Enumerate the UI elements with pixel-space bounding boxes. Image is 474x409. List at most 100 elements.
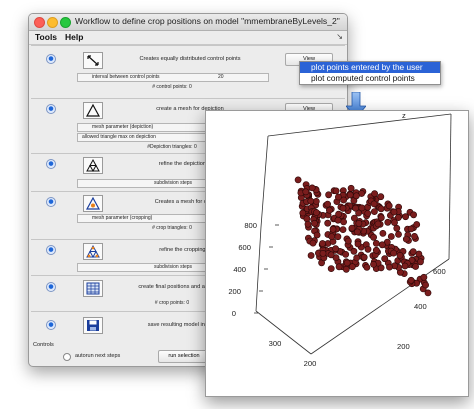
plot-point [354,240,362,248]
plot-point [319,249,327,257]
control-point-interval-field[interactable]: interval between control points 20 [77,73,269,82]
plot-point [313,209,320,216]
menu-help[interactable]: Help [65,32,83,42]
plot-point [347,184,355,192]
plot-point [346,191,354,199]
plot-point [407,225,415,233]
step-select-radio[interactable] [46,104,56,114]
window-title: Workflow to define crop positions on mod… [75,16,340,26]
x-tick-label: 200 [304,359,317,368]
plot-user-points-option[interactable]: plot points entered by the user [300,62,440,73]
autorun-radio[interactable] [63,353,71,361]
plot-point [313,231,321,239]
plot-point [335,210,342,218]
plot-point [344,237,352,245]
plot-point [299,209,307,217]
plot-point [370,200,378,208]
plot-point [370,208,378,215]
title-bar: Workflow to define crop positions on mod… [29,14,347,31]
field-label: subdivision steps [153,264,193,270]
control-points-step-icon[interactable] [83,52,103,69]
plot-point [395,231,402,238]
field-value: 20 [218,74,224,80]
plot-point [412,263,419,270]
z-tick-label: 0 [232,309,236,318]
step-description: Creates equally distributed control poin… [139,56,241,62]
plot-point [334,193,342,201]
plot-point [324,200,331,208]
plot-point [401,262,409,270]
plot-point [307,252,315,259]
run-selection-button[interactable]: run selection [158,350,210,363]
plot-point [379,230,387,237]
plot-point [377,205,385,213]
plot-point [309,239,317,247]
step-select-radio[interactable] [46,245,56,255]
plot-point [308,184,316,192]
plot-point [378,241,386,249]
plot-point [353,228,361,236]
menu-tools[interactable]: Tools [35,32,57,42]
plot-point [327,251,335,259]
plot-point [324,219,332,227]
close-window-button[interactable] [34,17,45,28]
plot-point [363,263,371,271]
refine-mesh-icon[interactable] [83,157,103,174]
step-select-radio[interactable] [46,54,56,64]
step-select-radio[interactable] [46,197,56,207]
plot-point [393,224,401,232]
plot-point [370,260,377,268]
triangle-mesh-icon[interactable] [83,102,103,119]
step-select-radio[interactable] [46,282,56,292]
plot-point [339,204,347,212]
view-options-dropdown: plot points entered by the user plot com… [299,61,441,85]
plot-point [402,235,410,243]
plot-point [339,226,347,233]
plot-point [311,219,318,227]
dock-icon[interactable]: ↘ [336,32,343,41]
plot-point [350,247,358,255]
plot-point [332,245,340,253]
plot-point [329,225,337,233]
plot-control-points-option[interactable]: plot computed control points [300,73,440,84]
z-axis-corner-tick: z [402,111,406,120]
z-tick-label: 800 [244,221,257,230]
plot-point [353,254,361,262]
y-tick-label: 600 [433,267,446,276]
plot-point [386,263,393,271]
z-tick-label: 200 [228,287,241,296]
plot-point [335,263,343,271]
field-label: interval between control points [92,74,160,80]
scatter-3d-plot[interactable]: 800 600 400 200 0 300 200 600 400 200 z [206,111,468,396]
crop-mesh-icon[interactable] [83,195,103,212]
refine-crop-mesh-icon[interactable] [83,243,103,260]
plot-point [370,233,377,241]
step-control-points: Creates equally distributed control poin… [31,45,345,99]
controls-label: Controls [33,342,54,348]
plot-point [413,221,421,228]
zoom-window-button[interactable] [60,17,71,28]
plot-point [372,246,380,254]
minimize-window-button[interactable] [47,17,58,28]
plot-point [410,211,417,219]
plot-point [391,219,398,226]
plot-point [319,240,326,247]
plot-point [381,255,389,263]
step-select-radio[interactable] [46,159,56,169]
save-icon[interactable] [83,317,103,334]
plot-point [374,220,382,228]
table-icon[interactable] [83,280,103,297]
field-label: mesh parameter (depiction) [92,124,154,130]
plot-point [302,188,310,196]
plot-point [384,218,392,226]
plot-point [364,245,372,253]
step-select-radio[interactable] [46,320,56,330]
plot-point [340,218,347,226]
plot-point [377,214,385,222]
plot-point [352,192,360,200]
plot-figure-window[interactable]: 800 600 400 200 0 300 200 600 400 200 z [205,110,469,397]
z-tick-label: 400 [233,265,246,274]
plot-point [328,233,336,240]
plot-point [385,202,393,210]
plot-point [360,253,368,261]
